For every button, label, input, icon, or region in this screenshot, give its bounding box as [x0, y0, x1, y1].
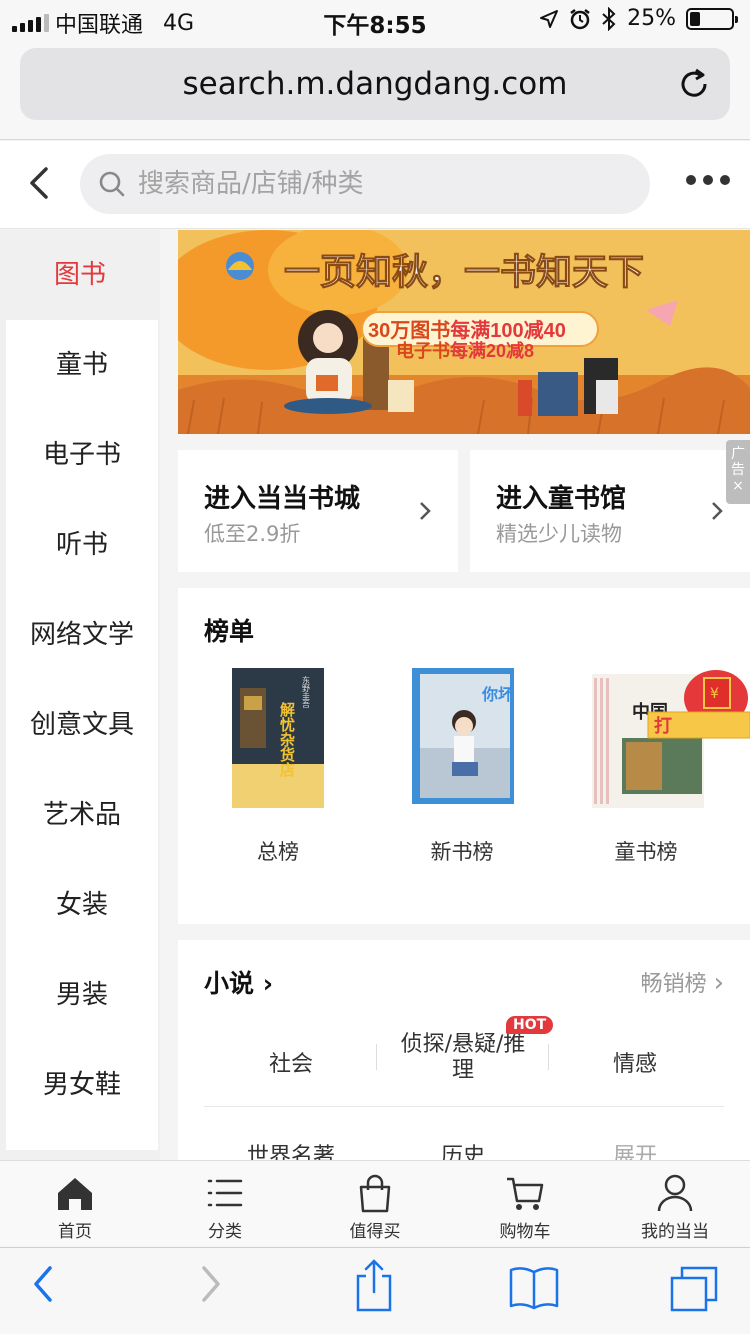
battery-percent: 25%	[627, 6, 676, 31]
chevron-right-icon	[712, 502, 723, 520]
app-header	[0, 141, 750, 229]
browser-back-icon[interactable]	[30, 1264, 56, 1304]
tab-profile[interactable]: 我的当当	[600, 1161, 750, 1247]
divider	[204, 1106, 724, 1107]
sidebar-item-partial[interactable]	[6, 1130, 158, 1150]
divider	[548, 1044, 549, 1070]
search-input[interactable]	[138, 154, 628, 214]
category-sidebar: 图书 童书 电子书 听书 网络文学 创意文具 艺术品 女装 男装 男女鞋	[0, 230, 160, 1160]
divider	[376, 1044, 377, 1070]
quick-link-title: 进入当当书城	[204, 484, 361, 514]
book-cover-kids[interactable]: 中国 ¥ 打	[592, 668, 750, 808]
tab-home[interactable]: 首页	[0, 1161, 150, 1247]
quick-link-title: 进入童书馆	[496, 484, 627, 514]
novel-tag-romance[interactable]: 情感	[550, 1046, 720, 1078]
sidebar-item[interactable]: 图书	[0, 230, 160, 320]
banner-line1: 30万图书每满100减40	[368, 318, 566, 342]
book-cover-title: 解忧杂货店	[278, 701, 295, 778]
sidebar-item[interactable]: 艺术品	[6, 770, 158, 860]
tab-label: 购物车	[499, 1222, 551, 1242]
more-menu-icon[interactable]	[686, 175, 730, 185]
sidebar-item[interactable]: 女装	[6, 860, 158, 950]
quick-link-bookstore[interactable]: 进入当当书城 低至2.9折	[178, 450, 458, 572]
home-icon	[58, 1178, 92, 1210]
sidebar-item[interactable]: 创意文具	[6, 680, 158, 770]
shopping-bag-icon	[359, 1174, 391, 1213]
book-cover-new[interactable]: 你坏	[412, 668, 516, 808]
tab-label: 首页	[58, 1222, 92, 1242]
bookmarks-icon[interactable]	[508, 1264, 560, 1312]
bluetooth-icon	[602, 6, 616, 31]
browser-url-area: search.m.dangdang.com	[0, 40, 750, 140]
quick-link-kids-books[interactable]: 进入童书馆 精选少儿读物	[470, 450, 750, 572]
ad-label: 广告	[731, 446, 745, 478]
tab-label: 值得买	[349, 1222, 401, 1242]
sidebar-item[interactable]: 网络文学	[6, 590, 158, 680]
rankings-title: 榜单	[204, 617, 255, 646]
bottom-tab-bar: 首页 分类 值得买 购物车 我的当当	[0, 1160, 750, 1246]
sidebar-item[interactable]: 童书	[6, 320, 158, 410]
banner-headline: 一页知秋，一书知天下	[284, 252, 644, 292]
user-icon	[657, 1174, 693, 1212]
ranking-label-overall[interactable]: 总榜	[208, 836, 348, 866]
tab-cart[interactable]: 购物车	[450, 1161, 600, 1247]
book-cover-title: 你坏	[481, 685, 514, 704]
novel-title[interactable]: 小说 ›	[204, 964, 273, 1000]
sidebar-item[interactable]: 电子书	[6, 410, 158, 500]
location-icon	[540, 9, 559, 28]
book-cover-author: 东野圭吾	[302, 675, 311, 709]
tabs-icon[interactable]	[668, 1264, 720, 1314]
ranking-label-kids[interactable]: 童书榜	[576, 836, 716, 866]
tab-category[interactable]: 分类	[150, 1161, 300, 1247]
promo-banner[interactable]: 一页知秋，一书知天下 30万图书每满100减40 电子书每满20减8	[178, 230, 750, 434]
alarm-icon	[570, 8, 590, 29]
list-icon	[207, 1179, 243, 1207]
promo-badge-label: 打	[654, 715, 672, 737]
ad-tag[interactable]: 广告 ×	[726, 440, 750, 504]
back-arrow-icon[interactable]	[24, 163, 54, 203]
reload-icon[interactable]	[676, 66, 712, 102]
sidebar-item[interactable]: 男装	[6, 950, 158, 1040]
share-icon[interactable]	[354, 1258, 394, 1314]
browser-toolbar	[0, 1247, 750, 1334]
hot-badge: HOT	[506, 1016, 554, 1034]
sidebar-item[interactable]: 男女鞋	[6, 1040, 158, 1130]
tab-deals[interactable]: 值得买	[300, 1161, 450, 1247]
url-text[interactable]: search.m.dangdang.com	[20, 66, 730, 102]
banner-illustration: 一页知秋，一书知天下 30万图书每满100减40 电子书每满20减8	[178, 230, 750, 434]
search-icon	[99, 171, 125, 197]
tab-label: 分类	[208, 1222, 242, 1242]
book-cover-overall[interactable]: 解忧杂货店 东野圭吾	[232, 668, 336, 808]
quick-link-subtitle: 低至2.9折	[204, 522, 301, 546]
chevron-right-icon	[420, 502, 431, 520]
novel-tag-social[interactable]: 社会	[206, 1046, 376, 1078]
search-box[interactable]	[80, 154, 650, 214]
ranking-label-new[interactable]: 新书榜	[392, 836, 532, 866]
status-bar: 中国联通 4G 下午8:55 25%	[0, 0, 750, 40]
bestseller-link[interactable]: 畅销榜 ›	[641, 966, 724, 998]
ad-close-icon[interactable]: ×	[726, 478, 750, 494]
cart-icon	[507, 1177, 544, 1210]
tab-label: 我的当当	[641, 1222, 709, 1242]
sidebar-item[interactable]: 听书	[6, 500, 158, 590]
promo-currency: ¥	[710, 686, 719, 702]
browser-forward-icon[interactable]	[198, 1264, 224, 1304]
quick-link-subtitle: 精选少儿读物	[496, 522, 622, 546]
rankings-card: 榜单 解忧杂货店 东野圭吾 总榜 你坏 新书榜 中国	[178, 588, 750, 924]
battery-icon	[686, 7, 738, 30]
address-bar[interactable]: search.m.dangdang.com	[20, 48, 730, 120]
novel-tag-detective[interactable]: 侦探/悬疑/推理	[378, 1032, 548, 1084]
banner-line2: 电子书每满20减8	[396, 340, 534, 361]
